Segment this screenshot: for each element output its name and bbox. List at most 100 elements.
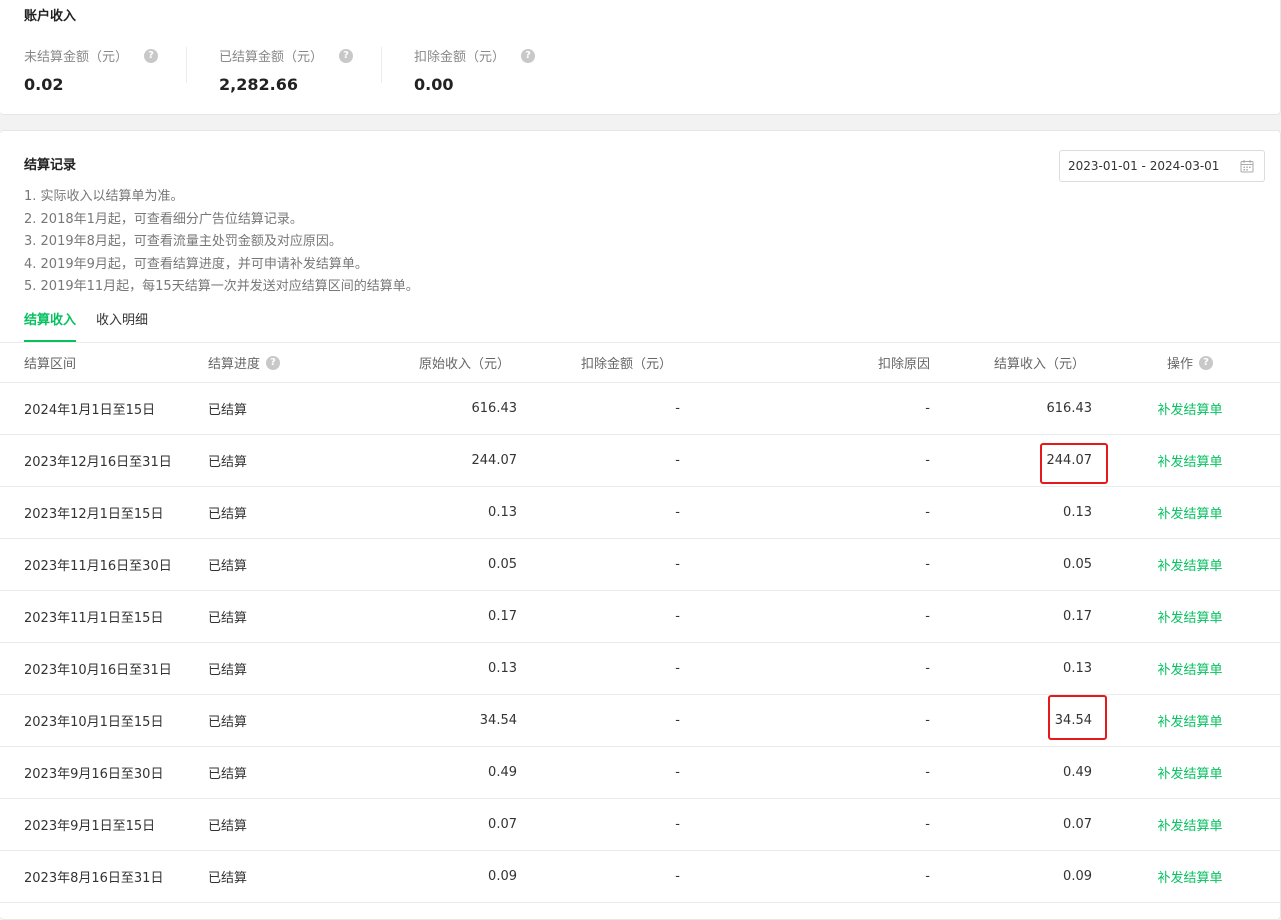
column-header-deduct: 扣除金额（元）: [580, 357, 672, 372]
row-deduct-reason: -: [925, 817, 930, 832]
note-line: 4. 2019年9月起，可查看结算进度，并可申请补发结算单。: [24, 256, 368, 272]
calendar-icon: [1240, 160, 1254, 173]
row-settled-income: 0.17: [1063, 609, 1092, 624]
deducted-amount-label: 扣除金额（元）: [414, 50, 506, 65]
column-header-reason: 扣除原因: [877, 357, 930, 372]
tab-settlement-income[interactable]: 结算收入: [24, 307, 77, 342]
date-range-value: 2023-01-01 - 2024-03-01: [1068, 159, 1220, 173]
reissue-statement-link[interactable]: 补发结算单: [1130, 851, 1250, 902]
settled-amount-stat: 已结算金额（元） ? 2,282.66: [219, 46, 354, 96]
reissue-statement-link[interactable]: 补发结算单: [1130, 487, 1250, 538]
help-icon[interactable]: ?: [339, 48, 354, 63]
settlement-records-card: 结算记录 2023-01-01 - 2024-03-01 1. 实际收入以结算单…: [0, 130, 1281, 920]
row-deduct-amount: -: [675, 661, 680, 676]
unsettled-amount-value: 0.02: [24, 75, 64, 94]
reissue-statement-link[interactable]: 补发结算单: [1130, 799, 1250, 850]
row-deduct-reason: -: [925, 557, 930, 572]
table-row: 2023年8月16日至31日 已结算 0.09 - - 0.09 补发结算单: [0, 851, 1281, 903]
settled-amount-value: 2,282.66: [219, 75, 298, 94]
column-header-period: 结算区间: [24, 357, 77, 372]
row-original-income: 0.09: [488, 869, 517, 884]
highlight-box: [1040, 443, 1108, 484]
table-row: 2023年12月1日至15日 已结算 0.13 - - 0.13 补发结算单: [0, 487, 1281, 539]
row-deduct-reason: -: [925, 453, 930, 468]
row-progress: 已结算: [208, 611, 248, 626]
row-progress: 已结算: [208, 455, 248, 470]
row-settled-income: 0.13: [1063, 661, 1092, 676]
table-row: 2023年11月1日至15日 已结算 0.17 - - 0.17 补发结算单: [0, 591, 1281, 643]
row-progress: 已结算: [208, 403, 248, 418]
column-header-original: 原始收入（元）: [418, 357, 510, 372]
row-progress: 已结算: [208, 663, 248, 678]
settlement-table: 结算区间 结算进度 ? 原始收入（元） 扣除金额（元） 扣除原因 结算收入（元）…: [0, 342, 1281, 903]
row-deduct-amount: -: [675, 817, 680, 832]
unsettled-amount-label: 未结算金额（元）: [24, 50, 129, 65]
row-deduct-reason: -: [925, 505, 930, 520]
row-deduct-amount: -: [675, 713, 680, 728]
help-icon[interactable]: ?: [521, 48, 536, 63]
row-period: 2023年12月1日至15日: [24, 507, 164, 522]
date-range-picker[interactable]: 2023-01-01 - 2024-03-01: [1059, 150, 1265, 182]
row-period: 2023年11月1日至15日: [24, 611, 164, 626]
row-deduct-reason: -: [925, 609, 930, 624]
row-period: 2023年9月16日至30日: [24, 767, 164, 782]
row-period: 2023年9月1日至15日: [24, 819, 156, 834]
table-row: 2024年1月1日至15日 已结算 616.43 - - 616.43 补发结算…: [0, 383, 1281, 435]
row-settled-income: 0.07: [1063, 817, 1092, 832]
help-icon[interactable]: ?: [144, 48, 159, 63]
row-settled-income: 0.13: [1063, 505, 1092, 520]
row-period: 2024年1月1日至15日: [24, 403, 156, 418]
row-settled-income: 0.09: [1063, 869, 1092, 884]
highlight-box: [1048, 695, 1107, 740]
help-icon[interactable]: ?: [1199, 355, 1213, 370]
column-header-action: 操作 ?: [1130, 343, 1250, 382]
note-line: 1. 实际收入以结算单为准。: [24, 189, 184, 204]
row-deduct-reason: -: [925, 765, 930, 780]
row-original-income: 0.49: [488, 765, 517, 780]
row-original-income: 34.54: [479, 713, 517, 728]
reissue-statement-link[interactable]: 补发结算单: [1130, 747, 1250, 798]
reissue-statement-link[interactable]: 补发结算单: [1130, 695, 1250, 746]
settled-amount-label: 已结算金额（元）: [219, 50, 324, 65]
column-header-progress: 结算进度 ?: [208, 343, 281, 382]
row-original-income: 0.13: [488, 505, 517, 520]
stat-divider: [186, 47, 187, 83]
deducted-amount-value: 0.00: [414, 75, 454, 94]
row-period: 2023年10月16日至31日: [24, 663, 172, 678]
row-original-income: 0.05: [488, 557, 517, 572]
account-income-title: 账户收入: [24, 9, 77, 24]
table-header: 结算区间 结算进度 ? 原始收入（元） 扣除金额（元） 扣除原因 结算收入（元）…: [0, 342, 1281, 383]
row-progress: 已结算: [208, 559, 248, 574]
row-deduct-amount: -: [675, 453, 680, 468]
reissue-statement-link[interactable]: 补发结算单: [1130, 643, 1250, 694]
column-header-income: 结算收入（元）: [993, 357, 1085, 372]
row-original-income: 0.07: [488, 817, 517, 832]
reissue-statement-link[interactable]: 补发结算单: [1130, 591, 1250, 642]
row-deduct-amount: -: [675, 765, 680, 780]
table-row: 2023年9月1日至15日 已结算 0.07 - - 0.07 补发结算单: [0, 799, 1281, 851]
row-deduct-amount: -: [675, 557, 680, 572]
row-period: 2023年11月16日至30日: [24, 559, 172, 574]
stat-divider: [381, 47, 382, 83]
settlement-notes: 1. 实际收入以结算单为准。 2. 2018年1月起，可查看细分广告位结算记录。…: [24, 186, 419, 299]
row-deduct-reason: -: [925, 661, 930, 676]
reissue-statement-link[interactable]: 补发结算单: [1130, 539, 1250, 590]
row-original-income: 244.07: [471, 453, 518, 468]
row-deduct-amount: -: [675, 401, 680, 416]
row-deduct-reason: -: [925, 401, 930, 416]
row-progress: 已结算: [208, 715, 248, 730]
row-original-income: 0.13: [488, 661, 517, 676]
help-icon[interactable]: ?: [266, 355, 281, 370]
row-period: 2023年8月16日至31日: [24, 871, 164, 886]
row-settled-income: 0.05: [1063, 557, 1092, 572]
row-progress: 已结算: [208, 507, 248, 522]
reissue-statement-link[interactable]: 补发结算单: [1130, 383, 1250, 434]
row-original-income: 0.17: [488, 609, 517, 624]
row-progress: 已结算: [208, 871, 248, 886]
row-deduct-amount: -: [675, 609, 680, 624]
note-line: 3. 2019年8月起，可查看流量主处罚金额及对应原因。: [24, 234, 342, 249]
row-progress: 已结算: [208, 819, 248, 834]
tab-income-details[interactable]: 收入明细: [96, 307, 148, 342]
reissue-statement-link[interactable]: 补发结算单: [1130, 435, 1250, 486]
row-deduct-amount: -: [675, 505, 680, 520]
